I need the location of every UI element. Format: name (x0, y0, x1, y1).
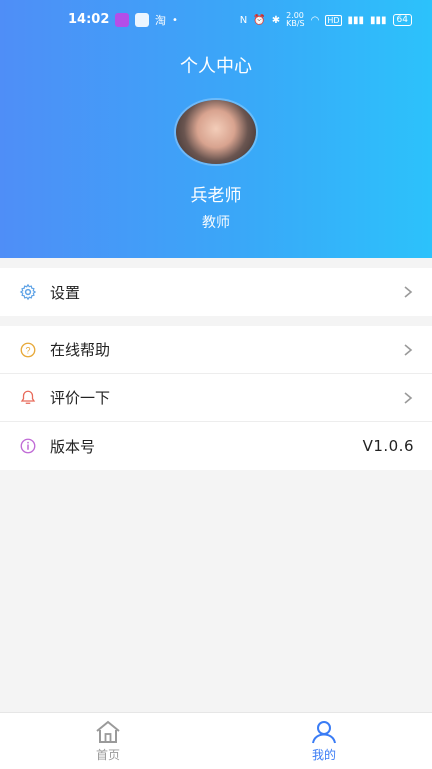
chevron-right-icon (404, 391, 413, 404)
bottom-nav: 首页 我的 (0, 712, 432, 769)
status-time: 14:02 (68, 12, 110, 27)
dot-icon: • (172, 14, 178, 26)
menu-item-version-label: 版本号 (50, 437, 96, 456)
menu-item-settings[interactable]: 设置 (0, 268, 432, 316)
status-notification-icons: 淘 • (115, 12, 178, 28)
page-title: 个人中心 (180, 56, 252, 77)
question-icon: ? (18, 340, 38, 360)
menu-item-help[interactable]: ? 在线帮助 (0, 326, 432, 374)
chat-notification-icon (135, 13, 149, 27)
chevron-right-icon (404, 343, 413, 356)
menu-item-rate[interactable]: 评价一下 (0, 374, 432, 422)
wifi-icon: ◠ (310, 14, 320, 26)
bluetooth-icon: ✱ (271, 14, 281, 26)
alarm-icon: ⏰ (253, 14, 266, 26)
rate-icon (18, 388, 38, 408)
status-bar: 14:02 淘 • N ⏰ ✱ 2.00 KB/S ◠ HD ▮▮▮ ▮▮▮ 6… (0, 8, 432, 34)
menu-item-help-label: 在线帮助 (50, 341, 111, 359)
battery-level: 64 (396, 15, 408, 25)
signal-icon-1: ▮▮▮ (347, 14, 365, 26)
settings-section: 设置 (0, 268, 432, 316)
svg-text:?: ? (25, 345, 30, 355)
battery-icon: 64 (392, 14, 412, 26)
tab-mine-label: 我的 (311, 747, 336, 762)
user-name: 兵老师 (190, 186, 242, 206)
profile-header: 14:02 淘 • N ⏰ ✱ 2.00 KB/S ◠ HD ▮▮▮ ▮▮▮ 6… (0, 0, 432, 258)
gear-icon (18, 282, 38, 302)
support-section: ? 在线帮助 评价一下 版本号 V1.0.6 (0, 326, 432, 470)
network-speed: 2.00 KB/S (286, 11, 305, 28)
info-icon (18, 436, 38, 456)
tab-home-label: 首页 (95, 747, 120, 762)
app-notification-icon (115, 13, 129, 27)
tab-home[interactable]: 首页 (0, 713, 216, 769)
avatar[interactable] (176, 100, 256, 164)
user-role: 教师 (202, 215, 230, 231)
menu-item-settings-label: 设置 (50, 283, 81, 302)
version-value: V1.0.6 (362, 437, 414, 455)
signal-icon-2: ▮▮▮ (370, 14, 387, 26)
user-icon (312, 720, 336, 743)
home-icon (96, 720, 120, 743)
taobao-icon: 淘 (155, 14, 166, 27)
tab-mine[interactable]: 我的 (216, 713, 432, 769)
hd-badge: HD (325, 14, 342, 26)
status-system-icons: N ⏰ ✱ 2.00 KB/S ◠ HD ▮▮▮ ▮▮▮ 64 (240, 12, 412, 28)
menu-item-version: 版本号 V1.0.6 (0, 422, 432, 470)
nfc-icon: N (239, 14, 248, 26)
menu-item-rate-label: 评价一下 (50, 389, 111, 407)
chevron-right-icon (404, 286, 413, 298)
